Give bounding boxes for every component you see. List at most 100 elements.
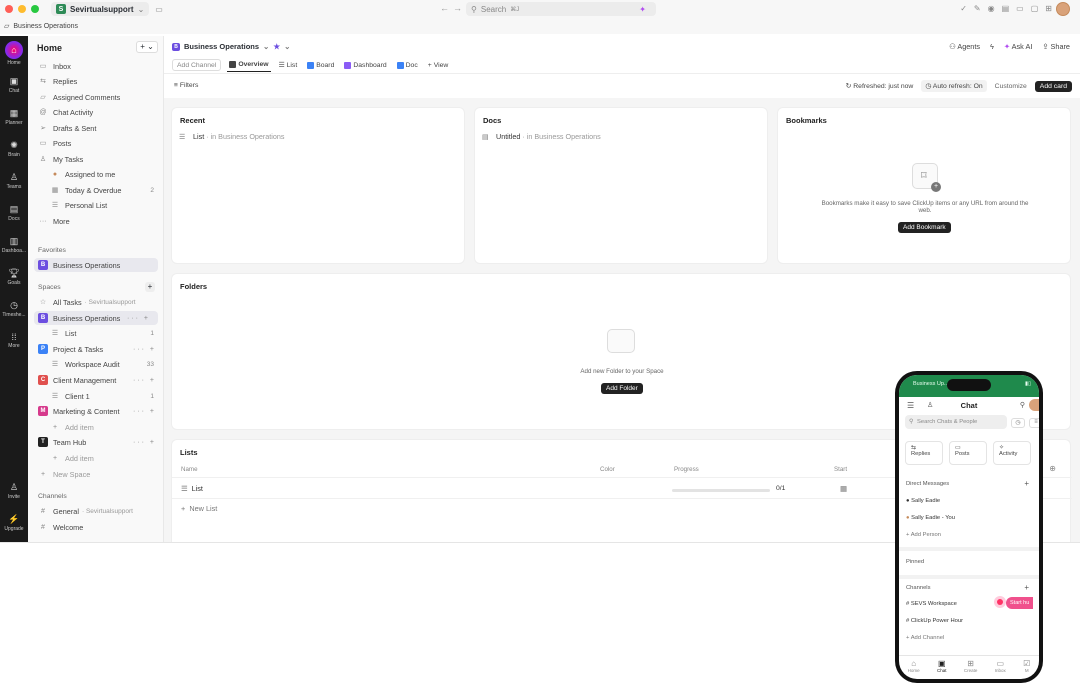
space-add-item[interactable]: + Add item xyxy=(28,451,164,465)
posts-shortcut[interactable]: ▭ Posts xyxy=(949,441,987,465)
workspace-switcher[interactable]: S Sevirtualsupport ⌄ xyxy=(51,2,150,16)
sidebar-item-all-tasks[interactable]: ☆ All Tasks · Sevirtualsupport xyxy=(28,295,164,309)
rail-dashboards[interactable]: ▥ Dashboa... xyxy=(0,236,28,254)
rail-timesheets[interactable]: ◷ Timeshe... xyxy=(0,300,28,318)
sidebar-item-inbox[interactable]: ▭ Inbox xyxy=(28,59,164,73)
calendar-icon[interactable]: ▦ xyxy=(840,484,847,493)
space-actions[interactable]: ··· + xyxy=(133,439,156,446)
rail-chat[interactable]: ▣ Chat xyxy=(0,76,28,94)
record-icon[interactable]: ◉ xyxy=(988,4,995,13)
sidebar-item-more[interactable]: ··· More xyxy=(28,214,164,228)
maximize-window-button[interactable] xyxy=(31,5,39,13)
history-arrows[interactable]: ←→ xyxy=(440,3,466,13)
favorite-star-icon[interactable]: ★ xyxy=(273,42,280,51)
add-column-icon[interactable]: ⊕ xyxy=(1049,464,1056,473)
sidebar-item-assigned-to-me[interactable]: ● Assigned to me xyxy=(28,167,164,181)
video-icon[interactable]: ▭ xyxy=(1016,4,1024,13)
channel-item[interactable]: # SEVS Workspace xyxy=(906,601,957,607)
minimize-window-button[interactable] xyxy=(18,5,26,13)
sidebar-item-drafts[interactable]: ➢ Drafts & Sent xyxy=(28,121,164,135)
space-client-management[interactable]: C Client Management ··· + xyxy=(28,373,164,387)
history-icon[interactable]: ◷ xyxy=(1011,418,1025,428)
new-list-button[interactable]: + New List xyxy=(181,504,217,513)
sidebar-item-chat-activity[interactable]: @ Chat Activity xyxy=(28,105,164,119)
close-window-button[interactable] xyxy=(5,5,13,13)
space-actions[interactable]: ··· + xyxy=(127,315,150,322)
add-folder-button[interactable]: Add Folder xyxy=(601,383,643,394)
rail-goals[interactable]: 🏆︎ Goals xyxy=(0,268,28,286)
rail-upgrade[interactable]: ⚡ Upgrade xyxy=(0,514,28,532)
tab-overview[interactable]: Overview xyxy=(227,58,271,72)
auto-refresh-toggle[interactable]: ◷ Auto refresh: On xyxy=(921,80,987,92)
automation-icon[interactable]: ϟ xyxy=(990,42,994,51)
rail-planner[interactable]: ▦ Planner xyxy=(0,108,28,126)
calendar-icon[interactable]: ▭ xyxy=(155,5,163,14)
add-bookmark-button[interactable]: Add Bookmark xyxy=(898,222,951,233)
sidebar-item-today-overdue[interactable]: ▦ Today & Overdue 2 xyxy=(28,183,164,197)
recent-item[interactable]: ☰ List · in Business Operations xyxy=(179,132,285,141)
table-row[interactable]: ☰ List xyxy=(181,484,203,493)
sidebar-item-replies[interactable]: ⇆ Replies xyxy=(28,74,164,88)
customize-button[interactable]: Customize xyxy=(995,83,1027,90)
space-child-workspace-audit[interactable]: ☰ Workspace Audit 33 xyxy=(28,357,164,371)
start-huddle-button[interactable]: Start hu xyxy=(1006,597,1034,609)
tab-board[interactable]: Board xyxy=(305,58,336,72)
check-icon[interactable]: ✓ xyxy=(960,4,967,13)
rail-invite[interactable]: ♙ Invite xyxy=(0,482,28,500)
favorite-business-operations[interactable]: B Business Operations xyxy=(34,258,158,272)
rail-brain[interactable]: ✺ Brain xyxy=(0,140,28,158)
channel-welcome[interactable]: # Welcome xyxy=(28,520,164,534)
new-space-button[interactable]: + New Space xyxy=(28,467,164,481)
add-channel-button[interactable]: + xyxy=(1024,583,1029,592)
space-marketing-content[interactable]: M Marketing & Content ··· + xyxy=(28,404,164,418)
add-view-button[interactable]: + View xyxy=(426,58,451,72)
space-business-operations[interactable]: B Business Operations ··· + xyxy=(34,311,158,325)
add-channel-row[interactable]: + Add Channel xyxy=(906,635,944,641)
space-actions[interactable]: ··· + xyxy=(133,377,156,384)
sidebar-item-posts[interactable]: ▭ Posts xyxy=(28,136,164,150)
doc-icon[interactable]: ▤ xyxy=(1002,4,1010,13)
space-child-client-1[interactable]: ☰ Client 1 1 xyxy=(28,389,164,403)
dm-item[interactable]: ● Sally Eadie - You xyxy=(906,515,955,521)
sidebar-item-personal-list[interactable]: ☰ Personal List xyxy=(28,198,164,212)
ask-ai-button[interactable]: ✦ Ask AI xyxy=(1004,42,1032,51)
add-space-button[interactable]: + xyxy=(145,282,155,292)
space-add-item[interactable]: + Add item xyxy=(28,420,164,434)
ai-sparkle-icon[interactable]: ✦ xyxy=(639,5,646,14)
tab-create[interactable]: ⊞ Create xyxy=(964,659,978,679)
user-avatar[interactable] xyxy=(1056,2,1070,16)
tab-list[interactable]: ☰ List xyxy=(277,58,300,72)
space-header[interactable]: B Business Operations ⌄ ★ ⌄ xyxy=(172,42,290,51)
search-icon[interactable]: ⚲ xyxy=(1020,401,1025,409)
tab-dashboard[interactable]: Dashboard xyxy=(342,58,388,72)
add-card-button[interactable]: Add card xyxy=(1034,80,1072,92)
rail-home[interactable]: ⌂ Home xyxy=(0,41,28,66)
refresh-status[interactable]: ↻ Refreshed: just now xyxy=(846,82,914,90)
rail-docs[interactable]: ▤ Docs xyxy=(0,204,28,222)
filters-button[interactable]: ≡ Filters xyxy=(174,82,198,89)
channel-general[interactable]: # General · Sevirtualsupport xyxy=(28,504,164,518)
tab-more[interactable]: ☑ M xyxy=(1023,659,1030,679)
tab-home[interactable]: ⌂ Home xyxy=(908,659,920,679)
rail-more[interactable]: ⁞⁞ More xyxy=(0,332,28,349)
agents-button[interactable]: ⚇ Agents xyxy=(949,42,980,51)
activity-shortcut[interactable]: ✧ Activity xyxy=(993,441,1031,465)
filter-icon[interactable]: ≡ xyxy=(1029,418,1039,428)
breadcrumb-label[interactable]: Business Operations xyxy=(13,23,78,30)
space-project-tasks[interactable]: P Project & Tasks ··· + xyxy=(28,342,164,356)
sidebar-create-button[interactable]: + ⌄ xyxy=(136,41,158,53)
dm-item[interactable]: ● Sally Eadie xyxy=(906,498,940,504)
add-dm-button[interactable]: + xyxy=(1024,479,1029,488)
sidebar-item-assigned-comments[interactable]: ▱ Assigned Comments xyxy=(28,90,164,104)
avatar[interactable] xyxy=(1029,399,1039,411)
space-child-list[interactable]: ☰ List 1 xyxy=(28,326,164,340)
space-actions[interactable]: ··· + xyxy=(133,408,156,415)
search-bar[interactable]: ⚲ Search ⌘J ✦ xyxy=(466,2,656,16)
rail-teams[interactable]: ♙ Teams xyxy=(0,172,28,190)
add-person-button[interactable]: + Add Person xyxy=(906,532,941,538)
sidebar-item-my-tasks[interactable]: ♙ My Tasks xyxy=(28,152,164,166)
share-button[interactable]: ⇪ Share xyxy=(1042,42,1070,51)
tab-doc[interactable]: Doc xyxy=(395,58,420,72)
clipboard-icon[interactable]: ▢ xyxy=(1031,4,1039,13)
mobile-search-input[interactable]: ⚲ Search Chats & People xyxy=(905,415,1007,429)
